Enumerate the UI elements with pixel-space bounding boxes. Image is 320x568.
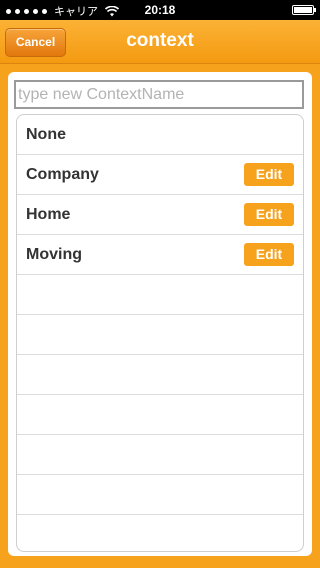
list-item[interactable]: Moving Edit: [17, 235, 303, 275]
cancel-button[interactable]: Cancel: [5, 28, 66, 57]
navigation-bar: Cancel context: [0, 20, 320, 64]
list-item[interactable]: Home Edit: [17, 195, 303, 235]
context-label: Company: [26, 166, 99, 183]
content-card: None Company Edit Home Edit Moving Edit: [8, 72, 312, 556]
empty-row: [17, 275, 303, 315]
context-name-input[interactable]: [14, 80, 304, 109]
status-time: 20:18: [144, 3, 176, 17]
edit-button[interactable]: Edit: [244, 243, 294, 266]
context-label: None: [26, 126, 66, 143]
empty-row: [17, 355, 303, 395]
empty-row: [17, 515, 303, 551]
empty-row: [17, 435, 303, 475]
edit-button[interactable]: Edit: [244, 203, 294, 226]
context-label: Home: [26, 206, 71, 223]
page-title: context: [126, 30, 194, 51]
battery-icon: [292, 5, 316, 15]
empty-row: [17, 315, 303, 355]
empty-row: [17, 395, 303, 435]
context-list: None Company Edit Home Edit Moving Edit: [16, 114, 304, 552]
list-item[interactable]: None: [17, 115, 303, 155]
edit-button[interactable]: Edit: [244, 163, 294, 186]
status-bar: キャリア 20:18: [0, 0, 320, 20]
battery-level: [294, 7, 312, 13]
context-label: Moving: [26, 246, 82, 263]
empty-row: [17, 475, 303, 515]
list-item[interactable]: Company Edit: [17, 155, 303, 195]
